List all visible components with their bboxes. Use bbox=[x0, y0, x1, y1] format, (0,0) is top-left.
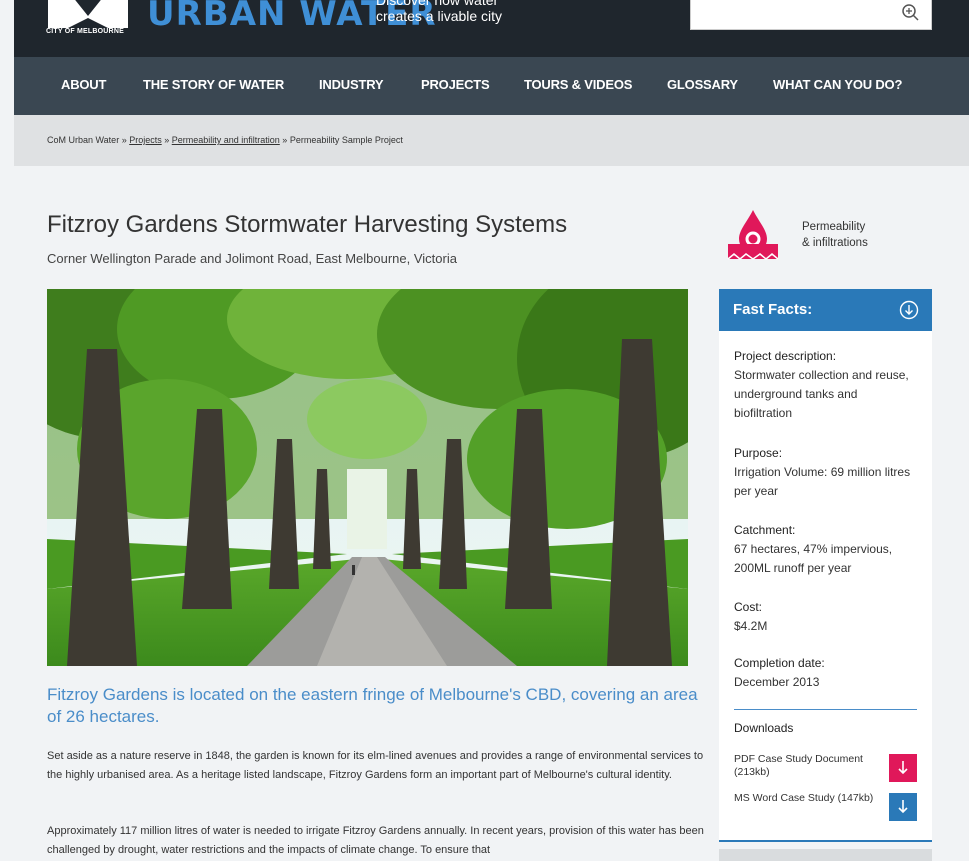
logo-text: CITY OF MELBOURNE bbox=[46, 28, 124, 35]
lead-paragraph: Fitzroy Gardens is located on the easter… bbox=[47, 685, 698, 726]
divider bbox=[734, 709, 917, 710]
download-word-button[interactable] bbox=[889, 793, 917, 821]
fast-facts-panel: Fast Facts: Project description: Stormwa… bbox=[719, 289, 932, 842]
hero-image bbox=[47, 289, 688, 666]
nav-what-can-you-do[interactable]: WHAT CAN YOU DO? bbox=[773, 77, 902, 92]
fact-purpose-value: Irrigation Volume: 69 million litres per… bbox=[734, 465, 911, 498]
download-word-link[interactable]: MS Word Case Study (147kb) bbox=[734, 792, 884, 805]
nav-glossary[interactable]: GLOSSARY bbox=[667, 77, 738, 92]
breadcrumb-current: Permeability Sample Project bbox=[289, 135, 403, 145]
nav-tours-videos[interactable]: TOURS & VIDEOS bbox=[524, 77, 632, 92]
nav-projects[interactable]: PROJECTS bbox=[421, 77, 490, 92]
fact-catchment: Catchment: 67 hectares, 47% impervious, … bbox=[734, 521, 914, 578]
permeability-category-icon[interactable] bbox=[726, 208, 780, 262]
fact-description-label: Project description: bbox=[734, 349, 837, 363]
expand-down-icon[interactable] bbox=[899, 300, 919, 320]
tagline-line1: Discover how water bbox=[376, 0, 499, 8]
download-icon bbox=[889, 754, 917, 782]
category-label-line1: Permeability bbox=[802, 221, 866, 233]
search-input[interactable] bbox=[690, 0, 932, 30]
zoom-in-icon[interactable] bbox=[901, 3, 919, 21]
water-drop-icon bbox=[727, 210, 779, 260]
fact-catchment-label: Catchment: bbox=[734, 523, 796, 537]
body-paragraph-2: Approximately 117 million litres of wate… bbox=[47, 825, 704, 856]
tagline-line2: creates a livable city bbox=[376, 8, 503, 24]
nav-story-of-water[interactable]: THE STORY OF WATER bbox=[143, 77, 284, 92]
map-widget[interactable] bbox=[719, 849, 932, 861]
fact-cost-label: Cost: bbox=[734, 600, 763, 614]
breadcrumb-bar: CoM Urban Water » Projects » Permeabilit… bbox=[14, 115, 969, 166]
fact-completion-label: Completion date: bbox=[734, 656, 825, 670]
download-pdf-button[interactable] bbox=[889, 754, 917, 782]
fact-catchment-value: 67 hectares, 47% impervious, 200ML runof… bbox=[734, 542, 893, 575]
fact-purpose: Purpose: Irrigation Volume: 69 million l… bbox=[734, 444, 914, 501]
download-pdf-link[interactable]: PDF Case Study Document (213kb) bbox=[734, 753, 884, 779]
fast-facts-header[interactable]: Fast Facts: bbox=[719, 289, 932, 331]
fact-purpose-label: Purpose: bbox=[734, 446, 783, 460]
fact-description-value: Stormwater collection and reuse, undergr… bbox=[734, 368, 909, 420]
site-header: CITY OF MELBOURNE URBAN WATER Discover h… bbox=[14, 0, 969, 57]
fact-cost: Cost: $4.2M bbox=[734, 598, 914, 636]
panel-bottom-border bbox=[719, 840, 932, 842]
tagline: Discover how water creates a livable cit… bbox=[376, 0, 502, 24]
fact-completion-value: December 2013 bbox=[734, 675, 820, 689]
page-subtitle: Corner Wellington Parade and Jolimont Ro… bbox=[47, 251, 457, 266]
fact-cost-value: $4.2M bbox=[734, 619, 768, 633]
page-title: Fitzroy Gardens Stormwater Harvesting Sy… bbox=[47, 211, 568, 238]
breadcrumb-root: CoM Urban Water bbox=[47, 135, 120, 145]
logo-mark-icon bbox=[48, 0, 128, 28]
fast-facts-title: Fast Facts: bbox=[733, 301, 813, 318]
breadcrumb-separator: » bbox=[161, 135, 172, 145]
nav-about[interactable]: ABOUT bbox=[61, 77, 106, 92]
body-paragraph-1: Set aside as a nature reserve in 1848, t… bbox=[47, 750, 704, 781]
fact-completion: Completion date: December 2013 bbox=[734, 654, 914, 692]
breadcrumb: CoM Urban Water » Projects » Permeabilit… bbox=[47, 135, 403, 145]
category-label-line2: & infiltrations bbox=[802, 237, 868, 249]
fact-description: Project description: Stormwater collecti… bbox=[734, 347, 914, 423]
category-label[interactable]: Permeability & infiltrations bbox=[802, 219, 868, 251]
nav-industry[interactable]: INDUSTRY bbox=[319, 77, 384, 92]
download-icon bbox=[889, 793, 917, 821]
breadcrumb-category-link[interactable]: Permeability and infiltration bbox=[172, 135, 280, 145]
breadcrumb-projects-link[interactable]: Projects bbox=[129, 135, 162, 145]
breadcrumb-separator: » bbox=[119, 135, 130, 145]
main-nav: ABOUT THE STORY OF WATER INDUSTRY PROJEC… bbox=[14, 57, 969, 115]
downloads-title: Downloads bbox=[734, 721, 794, 735]
breadcrumb-separator: » bbox=[279, 135, 290, 145]
